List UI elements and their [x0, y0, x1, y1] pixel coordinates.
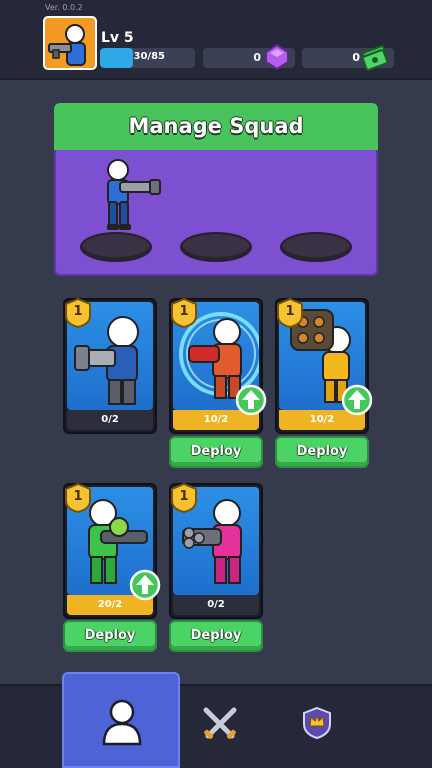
cash-value: 0 — [352, 51, 360, 64]
upgrade-arrow-icon[interactable] — [235, 384, 267, 416]
deploy-label: Deploy — [190, 444, 242, 459]
nav-tab-squad[interactable] — [62, 672, 180, 768]
shield-crown-icon[interactable] — [302, 706, 332, 740]
deploy-button-5[interactable]: Deploy — [169, 620, 263, 652]
unit-count-bar: 0/2 — [173, 595, 259, 615]
unit-count: 0/2 — [101, 414, 119, 425]
unit-count: 0/2 — [207, 599, 225, 610]
player-avatar[interactable] — [43, 16, 97, 70]
unit-level: 1 — [179, 489, 189, 504]
unit-card-4[interactable]: 1 20/2 — [63, 483, 161, 619]
upgrade-arrow-icon[interactable] — [341, 384, 373, 416]
squad-icon — [102, 699, 142, 746]
deploy-button-4[interactable]: Deploy — [63, 620, 157, 652]
unit-card-1[interactable]: 1 0/2 — [63, 298, 157, 434]
unit-level: 1 — [179, 304, 189, 319]
gem-icon — [265, 43, 289, 71]
cash-icon — [361, 45, 389, 71]
squad-slot-3[interactable] — [280, 232, 352, 262]
upgrade-arrow-icon[interactable] — [129, 569, 161, 601]
xp-text: 30/85 — [133, 51, 165, 62]
player-level: Lv 5 — [101, 30, 134, 46]
player-avatar-icon — [48, 24, 86, 66]
gems-value: 0 — [253, 51, 261, 64]
battle-swords-icon[interactable] — [200, 704, 240, 744]
unit-level: 1 — [73, 489, 83, 504]
squad-slot-2[interactable] — [180, 232, 252, 262]
deploy-label: Deploy — [296, 444, 348, 459]
unit-level: 1 — [285, 304, 295, 319]
squad-slots-area — [54, 150, 378, 276]
unit-card-5[interactable]: 1 0/2 — [169, 483, 263, 619]
version-label: Ver. 0.0.2 — [45, 3, 83, 12]
gems-counter[interactable]: 0 — [203, 43, 295, 71]
deploy-label: Deploy — [190, 628, 242, 643]
unit-level: 1 — [73, 304, 83, 319]
unit-card-2[interactable]: 1 10/2 — [169, 298, 267, 434]
cash-counter[interactable]: 0 — [302, 45, 394, 71]
squad-panel-header: Manage Squad — [54, 103, 378, 153]
deploy-label: Deploy — [84, 628, 136, 643]
top-bar: Ver. 0.0.2 Lv 5 30/85 0 0 — [0, 0, 432, 80]
unit-card-3[interactable]: 1 10/2 — [275, 298, 373, 434]
deploy-button-3[interactable]: Deploy — [275, 436, 369, 468]
squad-title: Manage Squad — [128, 114, 304, 138]
deploy-button-2[interactable]: Deploy — [169, 436, 263, 468]
unit-count-bar: 0/2 — [67, 410, 153, 430]
xp-bar: 30/85 — [100, 48, 195, 68]
xp-bar-fill — [100, 48, 134, 68]
deployed-soldier-icon — [107, 159, 161, 230]
